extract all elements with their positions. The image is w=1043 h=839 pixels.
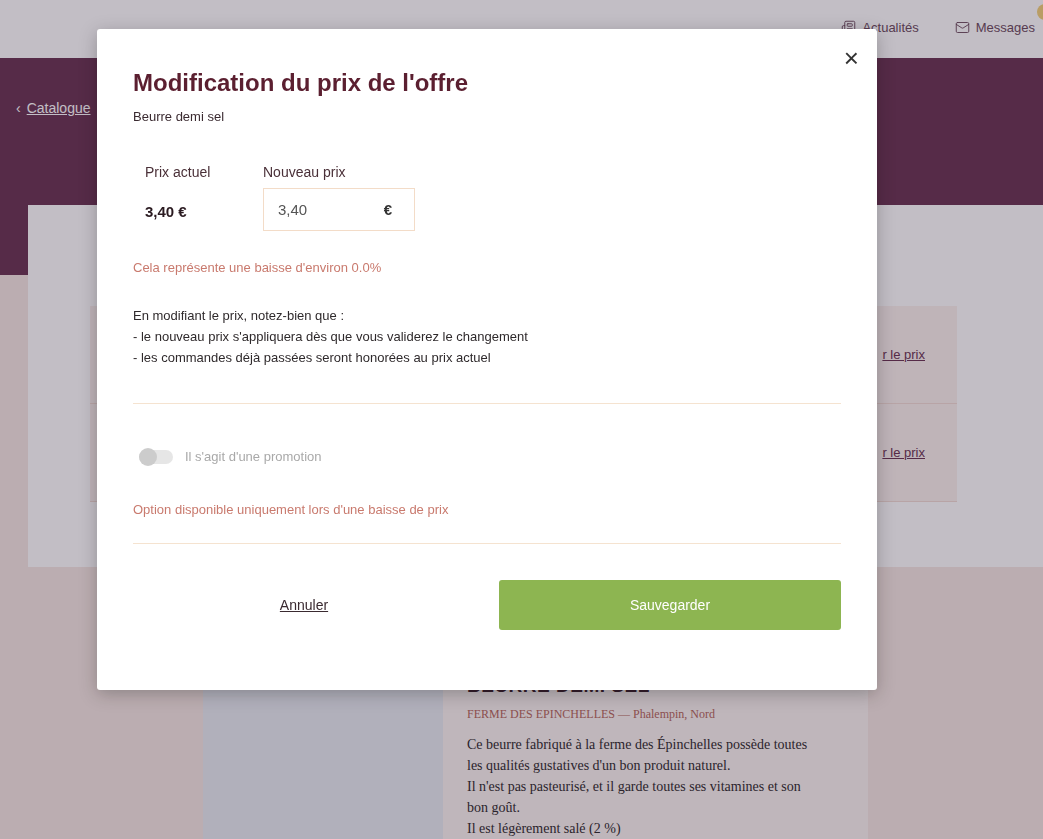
modal-title: Modification du prix de l'offre xyxy=(133,69,841,97)
toggle-switch xyxy=(139,450,173,464)
variation-text: Cela représente une baisse d'environ 0.0… xyxy=(133,260,841,275)
price-input[interactable] xyxy=(276,200,356,219)
promotion-toggle: Il s'agit d'une promotion xyxy=(133,449,841,464)
price-modal: ×Modification du prix de l'offre Beurre d… xyxy=(97,29,877,690)
new-price-label: Nouveau prix xyxy=(263,164,415,180)
current-price: 3,40 € xyxy=(145,188,215,220)
price-row: Prix actuel 3,40 € Nouveau prix € xyxy=(133,164,841,231)
divider xyxy=(133,543,841,544)
close-button[interactable]: × xyxy=(840,41,863,75)
cancel-button[interactable]: Annuler xyxy=(274,596,334,614)
notice: En modifiant le prix, notez-bien que :- … xyxy=(133,305,841,368)
divider xyxy=(133,403,841,404)
modal-actions: Annuler Sauvegarder xyxy=(133,580,841,630)
modal-subtitle: Beurre demi sel xyxy=(133,109,841,124)
page: ActualitésMessages‹Cataloguer le prixr l… xyxy=(0,0,1043,839)
price-field[interactable]: € xyxy=(263,188,415,231)
current-price-label: Prix actuel xyxy=(145,164,215,180)
promotion-hint: Option disponible uniquement lors d'une … xyxy=(133,502,841,517)
save-button[interactable]: Sauvegarder xyxy=(499,580,841,630)
